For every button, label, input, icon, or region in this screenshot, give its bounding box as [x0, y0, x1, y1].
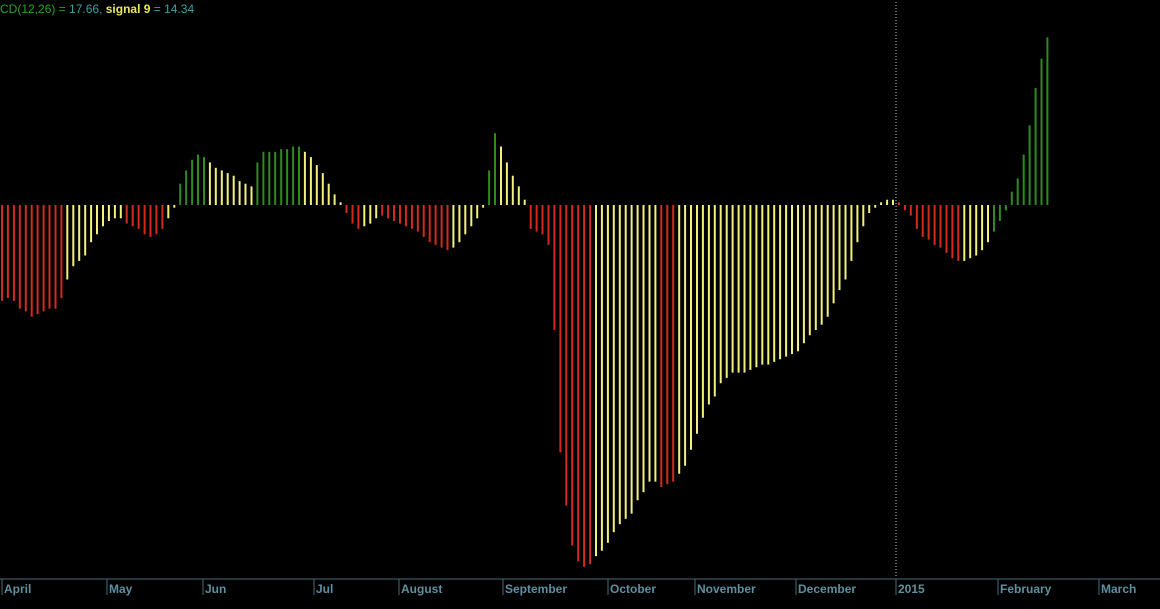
- x-axis-label: April: [4, 582, 31, 596]
- x-axis-label: August: [401, 582, 442, 596]
- x-axis-label: Jun: [205, 582, 226, 596]
- x-axis-label: September: [505, 582, 567, 596]
- x-axis-label: February: [1000, 582, 1052, 596]
- x-axis-label: November: [697, 582, 756, 596]
- x-axis-label: 2015: [898, 582, 925, 596]
- x-axis-label: December: [798, 582, 856, 596]
- macd-histogram-chart[interactable]: April May Jun Jul August September October Nove…: [0, 0, 1160, 609]
- histogram-bars: [1, 37, 1049, 567]
- x-axis-label: May: [109, 582, 133, 596]
- x-axis-label: March: [1101, 582, 1136, 596]
- x-axis: April May Jun Jul August September October Nove…: [1, 579, 1136, 596]
- x-axis-label: Jul: [316, 582, 333, 596]
- x-axis-label: October: [610, 582, 656, 596]
